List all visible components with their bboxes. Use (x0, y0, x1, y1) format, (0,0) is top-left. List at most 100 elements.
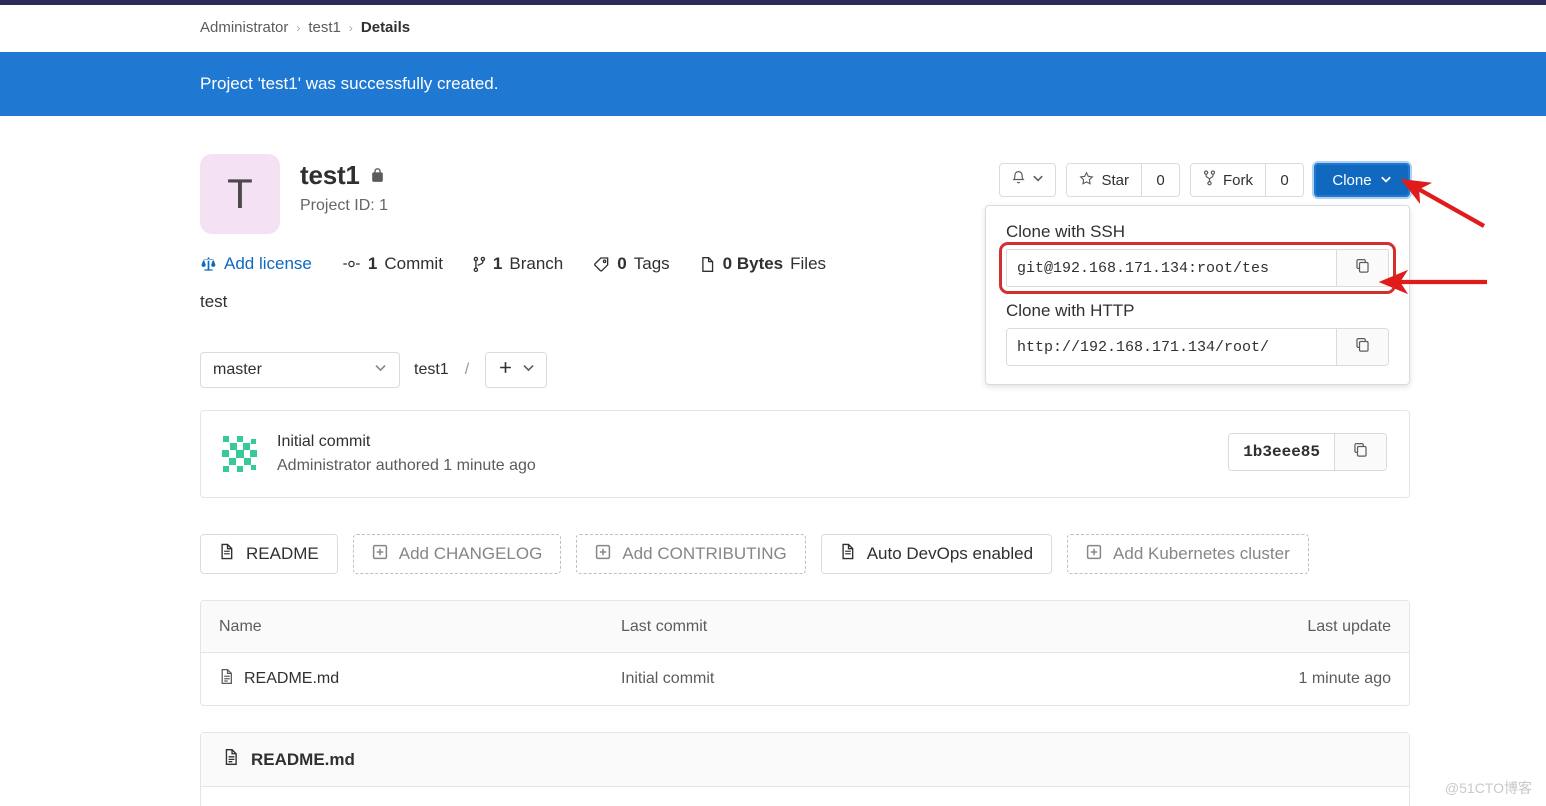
breadcrumb-item-test1[interactable]: test1 (308, 19, 341, 36)
project-id-label: Project ID: 1 (300, 197, 389, 214)
clone-http-label: Clone with HTTP (1006, 301, 1135, 320)
add-to-tree-button[interactable] (485, 352, 548, 388)
commit-count-value: 1 (367, 254, 378, 273)
copy-ssh-url-button[interactable] (1336, 250, 1388, 286)
file-last-update-cell: 1 minute ago (1298, 670, 1391, 687)
fork-count[interactable]: 0 (1265, 164, 1303, 196)
breadcrumb: Administrator › test1 › Details (0, 5, 1546, 50)
auto-devops-button[interactable]: Auto DevOps enabled (820, 534, 1053, 574)
file-doc-icon (219, 668, 235, 690)
table-row[interactable]: README.md Initial commit 1 minute ago (201, 653, 1409, 705)
branch-count-stat[interactable]: 1 Branch (473, 254, 563, 274)
quick-actions-row: README Add CHANGELOG Add CONTRIBUTING Au… (200, 534, 1410, 574)
breadcrumb-item-administrator[interactable]: Administrator (200, 19, 288, 36)
breadcrumb-separator: › (348, 20, 353, 35)
tag-count-label: Tags (633, 254, 670, 273)
add-contributing-label: Add CONTRIBUTING (622, 544, 787, 563)
plus-box-icon (1086, 544, 1102, 565)
fork-button-group[interactable]: Fork 0 (1190, 163, 1304, 197)
add-license-link[interactable]: Add license (200, 254, 312, 274)
file-name-cell[interactable]: README.md (201, 668, 621, 690)
project-avatar: T (200, 154, 280, 234)
chevron-down-icon (374, 361, 387, 379)
project-title-row: test1 (300, 160, 388, 191)
column-header-last-update: Last update (1307, 617, 1391, 635)
commit-sha[interactable]: 1b3eee85 (1229, 434, 1334, 470)
notification-dropdown-button[interactable] (999, 163, 1057, 197)
add-license-label: Add license (224, 254, 312, 273)
repository-file-table: Name Last commit Last update README.md I… (200, 600, 1410, 706)
fork-label: Fork (1223, 171, 1253, 189)
success-alert-banner: Project 'test1' was successfully created… (0, 52, 1546, 116)
copy-commit-sha-button[interactable] (1334, 434, 1386, 470)
repo-size-value: 0 Bytes (722, 254, 784, 273)
star-label: Star (1101, 171, 1129, 189)
add-kubernetes-cluster-button[interactable]: Add Kubernetes cluster (1067, 534, 1309, 574)
tag-icon (593, 256, 610, 273)
copy-http-url-button[interactable] (1336, 329, 1388, 365)
project-actions: Star 0 Fork 0 Clone (999, 163, 1410, 197)
clone-ssh-input[interactable] (1007, 250, 1336, 286)
add-changelog-button[interactable]: Add CHANGELOG (352, 534, 562, 574)
add-contributing-button[interactable]: Add CONTRIBUTING (576, 534, 806, 574)
readme-panel: README.md (200, 732, 1410, 806)
breadcrumb-item-details: Details (360, 19, 411, 36)
plus-icon (498, 360, 513, 380)
readme-button-label: README (246, 544, 319, 563)
clone-http-input[interactable] (1007, 329, 1336, 365)
commit-sha-group[interactable]: 1b3eee85 (1228, 433, 1387, 471)
file-last-commit-cell[interactable]: Initial commit (621, 670, 1169, 688)
clone-button[interactable]: Clone (1314, 163, 1410, 197)
bell-icon (1011, 170, 1026, 191)
star-button[interactable]: Star (1067, 164, 1141, 196)
annotation-arrow-clone-button (1400, 178, 1486, 228)
file-icon (700, 256, 716, 273)
plus-box-icon (595, 544, 611, 565)
branch-selector[interactable]: master (200, 352, 400, 388)
path-root-label[interactable]: test1 (414, 361, 449, 379)
last-commit-panel: Initial commit Administrator authored 1 … (200, 410, 1410, 498)
readme-button[interactable]: README (200, 534, 338, 574)
star-button-group[interactable]: Star 0 (1066, 163, 1180, 197)
readme-panel-title[interactable]: README.md (251, 750, 355, 770)
readme-panel-body (201, 787, 1409, 806)
table-header-row: Name Last commit Last update (201, 601, 1409, 653)
repo-size-label: Files (790, 254, 827, 273)
watermark: @51CTO博客 (1444, 780, 1532, 796)
fork-button[interactable]: Fork (1191, 164, 1265, 196)
readme-panel-header: README.md (201, 733, 1409, 787)
tag-count-stat[interactable]: 0 Tags (593, 254, 670, 274)
fork-icon (1203, 170, 1216, 190)
scales-icon (200, 256, 217, 273)
identicon-avatar (219, 433, 261, 475)
star-count[interactable]: 0 (1141, 164, 1179, 196)
repo-size-stat[interactable]: 0 Bytes Files (700, 254, 826, 274)
project-avatar-letter: T (227, 170, 253, 217)
clone-button-label: Clone (1332, 171, 1372, 189)
plus-box-icon (372, 544, 388, 565)
file-icon (840, 543, 856, 565)
project-meta: test1 Project ID: 1 (300, 154, 388, 215)
path-separator: / (464, 361, 470, 378)
commit-icon (342, 256, 361, 272)
copy-icon (1352, 441, 1369, 463)
copy-icon (1354, 257, 1371, 279)
notification-dropdown-inner[interactable] (1000, 164, 1055, 196)
page-title: test1 (300, 160, 360, 190)
commit-texts: Initial commit Administrator authored 1 … (277, 433, 536, 475)
commit-count-stat[interactable]: 1 Commit (342, 254, 443, 274)
add-changelog-label: Add CHANGELOG (398, 544, 543, 563)
gitlab-project-details-page: Administrator › test1 › Details Project … (0, 0, 1546, 806)
clone-ssh-field-group[interactable] (999, 242, 1396, 294)
chevron-down-icon (522, 361, 535, 379)
main-content: T test1 Project ID: 1 Star 0 Fork 0 Clon… (200, 116, 1410, 806)
commit-author-line: Administrator authored 1 minute ago (277, 457, 536, 474)
column-header-last-commit: Last commit (621, 617, 708, 635)
branch-icon (473, 256, 486, 273)
lock-icon (370, 167, 385, 184)
success-alert-message: Project 'test1' was successfully created… (200, 74, 499, 93)
clone-http-field-group[interactable] (1006, 328, 1389, 366)
add-kubernetes-cluster-label: Add Kubernetes cluster (1113, 544, 1290, 563)
commit-title[interactable]: Initial commit (277, 433, 536, 451)
chevron-down-icon (1380, 172, 1392, 189)
